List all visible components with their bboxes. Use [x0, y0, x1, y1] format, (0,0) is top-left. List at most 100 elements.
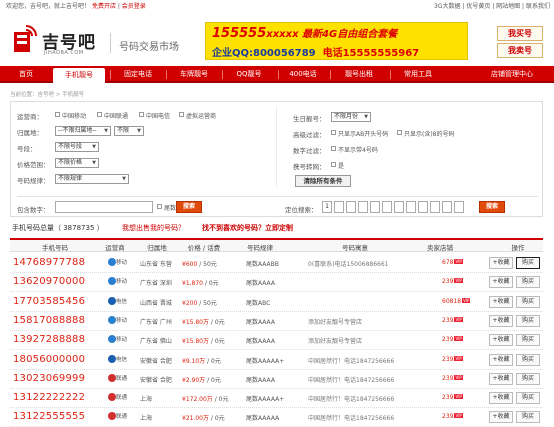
nav-400[interactable]: 400电话: [280, 66, 326, 83]
logo-icon[interactable]: [12, 24, 38, 54]
th-price: 价格 / 话费: [187, 244, 221, 252]
phone-number[interactable]: 13927288888: [13, 334, 85, 345]
buy-button[interactable]: 购买: [516, 411, 540, 424]
rule-select[interactable]: 不限规律: [55, 174, 129, 184]
position-digit-5[interactable]: [370, 201, 380, 213]
carrier-telecom-label: 中国电信: [146, 113, 171, 120]
favorite-button[interactable]: +收藏: [489, 276, 513, 289]
nav-home[interactable]: 首页: [4, 66, 48, 83]
buy-button[interactable]: 购买: [516, 353, 540, 366]
contains-input[interactable]: [55, 201, 153, 213]
favorite-button[interactable]: +收藏: [489, 334, 513, 347]
buy-button[interactable]: 购买: [516, 257, 540, 269]
position-digit-10[interactable]: [430, 201, 440, 213]
position-digit-2[interactable]: [334, 201, 344, 213]
nav-rent[interactable]: 靓号出租: [332, 66, 386, 83]
buy-button[interactable]: 购买: [516, 295, 540, 308]
filter-panel: 运营商： 中国移动 中国联通 中国电信 虚拟运营商 归属地： --不限归属地--…: [10, 101, 543, 217]
position-digit-7[interactable]: [394, 201, 404, 213]
favorite-button[interactable]: +收藏: [489, 353, 513, 366]
favorite-button[interactable]: +收藏: [489, 372, 513, 385]
phone-number[interactable]: 15817088888: [13, 315, 85, 326]
advanced-opt1-checkbox[interactable]: [331, 130, 336, 135]
nav-qq[interactable]: QQ靓号: [224, 66, 274, 83]
position-digit-1[interactable]: 1: [322, 201, 332, 213]
ad-banner[interactable]: 155555xxxxx 最新4G自由组合套餐 企业QQ:800056789 电话…: [205, 22, 468, 60]
buy-button[interactable]: 购买: [516, 392, 540, 405]
buy-button[interactable]: 购买: [516, 276, 540, 289]
position-digit-12[interactable]: [454, 201, 464, 213]
position-digit-11[interactable]: [442, 201, 452, 213]
register-link[interactable]: 免费开店: [92, 3, 116, 10]
phone-number[interactable]: 13023069999: [13, 373, 85, 384]
position-digit-8[interactable]: [406, 201, 416, 213]
favorite-button[interactable]: +收藏: [489, 314, 513, 327]
login-link[interactable]: 会员登录: [122, 3, 146, 10]
phone-number[interactable]: 13122555555: [13, 411, 85, 422]
portable-checkbox[interactable]: [331, 162, 336, 167]
favorite-button[interactable]: +收藏: [489, 295, 513, 308]
shop-score[interactable]: 239: [442, 375, 453, 382]
nav-shop-admin[interactable]: 店铺管理中心: [476, 66, 548, 83]
top-links[interactable]: 3G大数据 | 优号黄页 | 网站地图 | 联系我们: [434, 1, 550, 10]
contains-search-button[interactable]: 搜索: [176, 201, 202, 213]
buy-number-button[interactable]: 我买号: [497, 26, 543, 41]
position-digit-9[interactable]: [418, 201, 428, 213]
segment-select[interactable]: 不限号段: [55, 142, 99, 152]
advanced-opt2-label: 只显示(含)8的号码: [404, 131, 455, 138]
shop-score[interactable]: 239: [442, 336, 453, 343]
carrier-mobile-checkbox[interactable]: [55, 112, 60, 117]
phone-number[interactable]: 13620970000: [13, 276, 85, 287]
fee: 0元: [218, 396, 229, 404]
region-city-select[interactable]: 不限: [114, 126, 144, 136]
digit-filter-checkbox[interactable]: [331, 146, 336, 151]
carrier-virtual-checkbox[interactable]: [179, 112, 184, 117]
position-search-button[interactable]: 搜索: [479, 201, 505, 213]
shop-score[interactable]: 239: [442, 278, 453, 285]
position-digit-6[interactable]: [382, 201, 392, 213]
shop-score[interactable]: 239: [442, 317, 453, 324]
price-select[interactable]: 不限价格: [55, 158, 99, 168]
region-province-select[interactable]: --不限归属地--: [55, 126, 111, 136]
birthday-label: 生日靓号：: [293, 115, 326, 123]
number-meaning: 中国居然行！电话1847256666: [308, 396, 395, 404]
position-digit-4[interactable]: [358, 201, 368, 213]
favorite-button[interactable]: +收藏: [489, 257, 513, 269]
reset-filters-button[interactable]: 清除所有条件: [295, 175, 351, 187]
shop-score[interactable]: 678: [442, 259, 453, 266]
advanced-label: 高级过滤：: [293, 131, 326, 139]
phone-number[interactable]: 13122222222: [13, 392, 85, 403]
carrier-name: 移动: [116, 279, 128, 286]
shop-score[interactable]: 239: [442, 413, 453, 420]
sell-link[interactable]: 我想出售我的号码？: [122, 223, 185, 233]
result-count: 手机号码总量（ 3878735 ）: [12, 224, 104, 232]
nav-tools[interactable]: 常用工具: [392, 66, 444, 83]
advanced-opt2-checkbox[interactable]: [397, 130, 402, 135]
favorite-button[interactable]: +收藏: [489, 411, 513, 424]
carrier-icon: [108, 412, 116, 421]
region: 山西省 晋城: [140, 299, 172, 307]
nav-landline[interactable]: 固定电话: [112, 66, 164, 83]
phone-number[interactable]: 17703585456: [13, 296, 85, 307]
shop-score[interactable]: 60818: [442, 298, 461, 305]
nav-plate[interactable]: 车牌靓号: [168, 66, 220, 83]
sell-number-button[interactable]: 我卖号: [497, 43, 543, 58]
price: ¥600: [182, 261, 198, 268]
custom-link[interactable]: 找不到喜欢的号码？立即定制: [202, 223, 293, 233]
phone-number[interactable]: 14768977788: [13, 257, 85, 268]
carrier-telecom-checkbox[interactable]: [139, 112, 144, 117]
buy-button[interactable]: 购买: [516, 372, 540, 385]
tail-checkbox[interactable]: [157, 204, 162, 209]
birthday-select[interactable]: 不限月份: [331, 112, 371, 122]
buy-button[interactable]: 购买: [516, 334, 540, 347]
position-digit-3[interactable]: [346, 201, 356, 213]
carrier-unicom-checkbox[interactable]: [97, 112, 102, 117]
phone-number[interactable]: 18056000000: [13, 354, 85, 365]
favorite-button[interactable]: +收藏: [489, 392, 513, 405]
shop-score[interactable]: 239: [442, 394, 453, 401]
fee: 50元: [203, 299, 217, 307]
shop-score[interactable]: 239: [442, 356, 453, 363]
nav-mobile[interactable]: 手机靓号: [53, 68, 105, 83]
table-row: 13927288888 移动 广东省 佛山 ¥15.80万 / 0元 尾数AAAA 添加好…: [10, 331, 543, 351]
buy-button[interactable]: 购买: [516, 314, 540, 327]
